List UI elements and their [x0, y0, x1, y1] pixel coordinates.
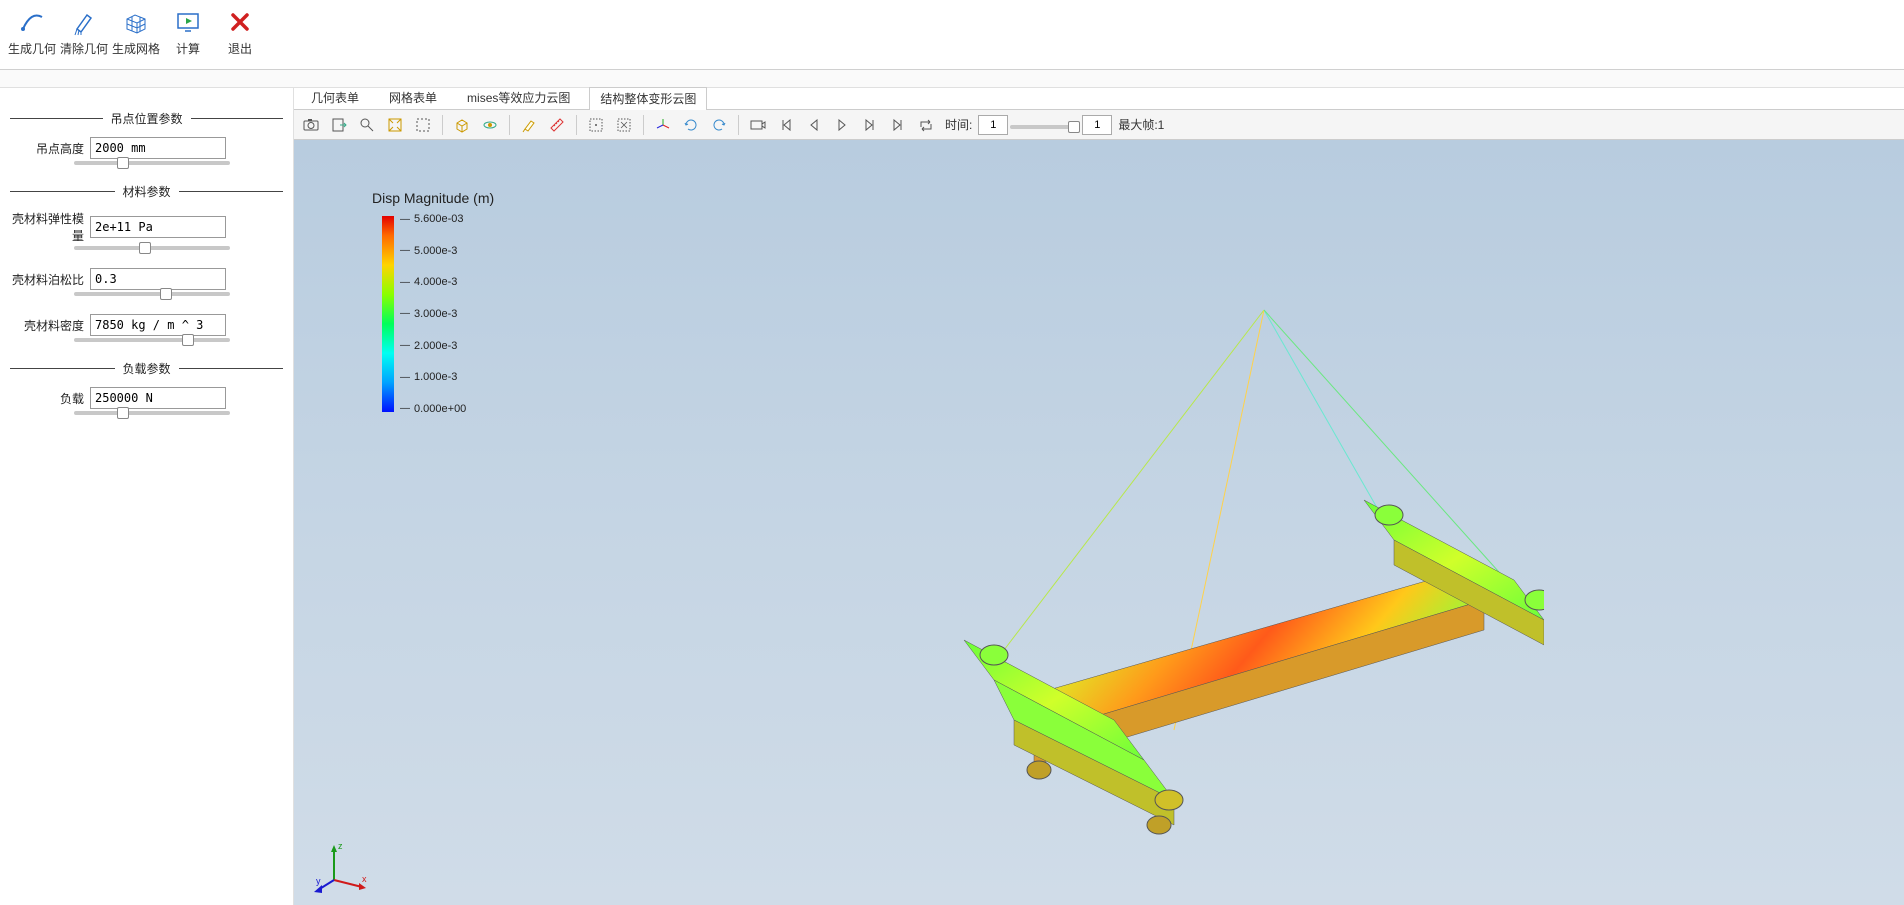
poisson-slider[interactable] — [74, 292, 230, 296]
generate-mesh-label: 生成网格 — [112, 40, 160, 57]
brush-icon — [68, 6, 100, 38]
camera-icon[interactable] — [298, 113, 324, 137]
load-input[interactable] — [90, 387, 226, 409]
legend-tick: 5.600e-03 — [400, 212, 466, 227]
export-icon[interactable] — [326, 113, 352, 137]
select-all-icon[interactable] — [611, 113, 637, 137]
section-title-material: 材料参数 — [10, 183, 283, 200]
loop-icon[interactable] — [913, 113, 939, 137]
time-slider[interactable] — [1010, 125, 1080, 129]
tab-mesh[interactable]: 网格表单 — [378, 86, 448, 109]
clear-geometry-label: 清除几何 — [60, 40, 108, 57]
legend-tick: 5.000e-3 — [400, 244, 466, 259]
legend-tick: 3.000e-3 — [400, 307, 466, 322]
orbit-icon[interactable] — [477, 113, 503, 137]
svg-text:z: z — [338, 841, 343, 851]
legend-colorbar — [382, 216, 394, 412]
ruler-icon[interactable] — [544, 113, 570, 137]
max-frame-label: 最大帧:1 — [1114, 116, 1168, 133]
last-frame-icon[interactable] — [885, 113, 911, 137]
compute-button[interactable]: 计算 — [162, 6, 214, 64]
model-render — [644, 300, 1544, 820]
sidebar: 吊点位置参数 吊点高度 材料参数 壳材料弹性模量 壳材料泊松比 壳材料密度 负载… — [0, 88, 294, 905]
legend-tick: 0.000e+00 — [400, 401, 466, 416]
poisson-label: 壳材料泊松比 — [10, 271, 90, 288]
paint-icon[interactable] — [516, 113, 542, 137]
rotate-ccw-icon[interactable] — [678, 113, 704, 137]
svg-text:y: y — [316, 876, 321, 886]
lift-height-slider[interactable] — [74, 161, 230, 165]
mesh-cube-icon — [120, 6, 152, 38]
legend-ticks: 5.600e-03 5.000e-3 4.000e-3 3.000e-3 2.0… — [400, 212, 466, 416]
legend-tick: 1.000e-3 — [400, 370, 466, 385]
next-frame-icon[interactable] — [857, 113, 883, 137]
clear-geometry-button[interactable]: 清除几何 — [58, 6, 110, 64]
box-select-icon[interactable] — [410, 113, 436, 137]
generate-geometry-button[interactable]: 生成几何 — [6, 6, 58, 64]
exit-label: 退出 — [228, 40, 252, 57]
view-toolbar: 时间: 最大帧:1 — [294, 110, 1904, 140]
generate-mesh-button[interactable]: 生成网格 — [110, 6, 162, 64]
legend-title: Disp Magnitude (m) — [372, 190, 494, 206]
frame-spin[interactable] — [1082, 115, 1112, 135]
ribbon: 生成几何 清除几何 生成网格 计算 退出 — [0, 0, 1904, 70]
view-cube-icon[interactable] — [449, 113, 475, 137]
section-title-position: 吊点位置参数 — [10, 110, 283, 127]
prev-frame-icon[interactable] — [801, 113, 827, 137]
time-spin[interactable] — [978, 115, 1008, 135]
movie-icon[interactable] — [745, 113, 771, 137]
select-rect-icon[interactable] — [583, 113, 609, 137]
poisson-input[interactable] — [90, 268, 226, 290]
param-elastic-modulus: 壳材料弹性模量 — [10, 210, 283, 244]
elastic-modulus-slider[interactable] — [74, 246, 230, 250]
load-label: 负载 — [10, 390, 90, 407]
elastic-modulus-label: 壳材料弹性模量 — [10, 210, 90, 244]
tab-mises[interactable]: mises等效应力云图 — [456, 86, 581, 109]
legend-tick: 4.000e-3 — [400, 275, 466, 290]
param-load: 负载 — [10, 387, 283, 409]
section-title-load: 负载参数 — [10, 360, 283, 377]
lift-height-label: 吊点高度 — [10, 140, 90, 157]
tabs-strip: 几何表单 网格表单 mises等效应力云图 结构整体变形云图 — [294, 88, 1904, 110]
content-area: 几何表单 网格表单 mises等效应力云图 结构整体变形云图 — [294, 88, 1904, 905]
density-slider[interactable] — [74, 338, 230, 342]
load-slider[interactable] — [74, 411, 230, 415]
density-input[interactable] — [90, 314, 226, 336]
lift-height-input[interactable] — [90, 137, 226, 159]
generate-geometry-icon — [16, 6, 48, 38]
zoom-icon[interactable] — [354, 113, 380, 137]
param-density: 壳材料密度 — [10, 314, 283, 336]
viewport-3d[interactable]: Disp Magnitude (m) 5.600e-03 5.000e-3 4.… — [294, 140, 1904, 905]
legend-tick: 2.000e-3 — [400, 338, 466, 353]
elastic-modulus-input[interactable] — [90, 216, 226, 238]
svg-text:x: x — [362, 874, 367, 884]
generate-geometry-label: 生成几何 — [8, 40, 56, 57]
axis-triad-icon: z x y — [314, 835, 374, 895]
param-poisson: 壳材料泊松比 — [10, 268, 283, 290]
tab-deform[interactable]: 结构整体变形云图 — [589, 87, 707, 110]
main-area: 吊点位置参数 吊点高度 材料参数 壳材料弹性模量 壳材料泊松比 壳材料密度 负载… — [0, 88, 1904, 905]
axes-icon[interactable] — [650, 113, 676, 137]
play-icon[interactable] — [829, 113, 855, 137]
time-label: 时间: — [941, 116, 976, 133]
exit-button[interactable]: 退出 — [214, 6, 266, 64]
tab-geometry[interactable]: 几何表单 — [300, 86, 370, 109]
close-x-icon — [224, 6, 256, 38]
ribbon-filler — [0, 70, 1904, 88]
first-frame-icon[interactable] — [773, 113, 799, 137]
fit-icon[interactable] — [382, 113, 408, 137]
compute-label: 计算 — [176, 40, 200, 57]
param-lift-height: 吊点高度 — [10, 137, 283, 159]
density-label: 壳材料密度 — [10, 317, 90, 334]
color-legend: Disp Magnitude (m) 5.600e-03 5.000e-3 4.… — [372, 190, 494, 416]
ribbon-group: 生成几何 清除几何 生成网格 计算 退出 — [6, 6, 266, 64]
play-monitor-icon — [172, 6, 204, 38]
rotate-cw-icon[interactable] — [706, 113, 732, 137]
